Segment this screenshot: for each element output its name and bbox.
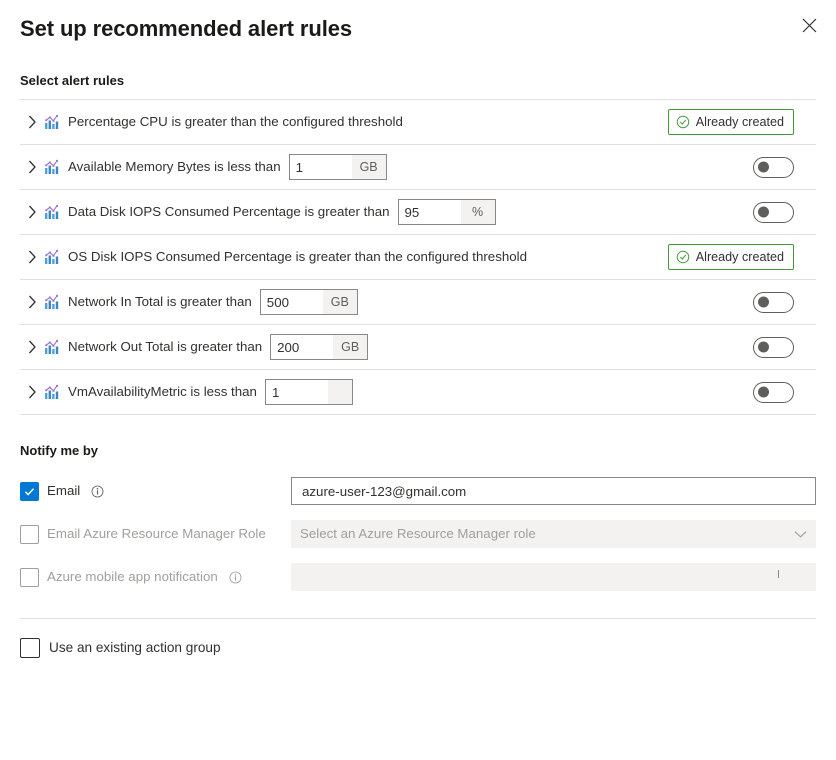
metric-chart-icon	[44, 114, 60, 130]
rule-name: Data Disk IOPS Consumed Percentage is gr…	[68, 203, 390, 221]
toggle-knob	[758, 207, 769, 218]
mobile-app-field[interactable]	[291, 563, 816, 591]
status-badge-label: Already created	[696, 249, 784, 265]
threshold-field[interactable]	[265, 379, 353, 405]
notify-me-by-label: Notify me by	[0, 442, 836, 460]
chevron-right-icon[interactable]	[20, 295, 44, 309]
check-circle-icon	[676, 250, 690, 264]
threshold-unit: GB	[352, 155, 386, 179]
close-icon[interactable]	[794, 10, 824, 40]
enable-rule-toggle[interactable]	[753, 202, 794, 223]
table-row[interactable]: OS Disk IOPS Consumed Percentage is grea…	[20, 235, 816, 280]
notify-mobile-app-left: Azure mobile app notification	[20, 568, 291, 587]
bottom-divider	[20, 618, 816, 619]
threshold-field[interactable]: GB	[270, 334, 368, 360]
threshold-field[interactable]: GB	[260, 289, 358, 315]
rule-name: Available Memory Bytes is less than	[68, 158, 281, 176]
arm-role-label: Email Azure Resource Manager Role	[47, 525, 266, 543]
enable-rule-toggle[interactable]	[753, 292, 794, 313]
use-existing-action-group-row[interactable]: Use an existing action group	[0, 638, 836, 658]
mobile-app-checkbox[interactable]	[20, 568, 39, 587]
chevron-down-icon	[794, 530, 807, 539]
email-field[interactable]	[291, 477, 816, 505]
arm-role-checkbox[interactable]	[20, 525, 39, 544]
chevron-right-icon[interactable]	[20, 205, 44, 219]
check-circle-icon	[676, 115, 690, 129]
toggle-knob	[758, 162, 769, 173]
table-row[interactable]: Data Disk IOPS Consumed Percentage is gr…	[20, 190, 816, 235]
text-caret	[778, 570, 779, 578]
threshold-input[interactable]	[399, 200, 461, 224]
notify-row-arm-role: Email Azure Resource Manager Role Select…	[0, 515, 836, 553]
rule-name: OS Disk IOPS Consumed Percentage is grea…	[68, 248, 527, 266]
threshold-input[interactable]	[266, 380, 328, 404]
info-icon[interactable]	[91, 485, 104, 498]
toggle-knob	[758, 297, 769, 308]
mobile-app-label: Azure mobile app notification	[47, 568, 218, 586]
use-existing-action-group-checkbox[interactable]	[20, 638, 40, 658]
enable-rule-toggle[interactable]	[753, 337, 794, 358]
use-existing-action-group-label: Use an existing action group	[49, 639, 221, 657]
notify-row-email: Email	[0, 472, 836, 510]
chevron-right-icon[interactable]	[20, 385, 44, 399]
rule-name: VmAvailabilityMetric is less than	[68, 383, 257, 401]
info-icon[interactable]	[229, 571, 242, 584]
metric-chart-icon	[44, 249, 60, 265]
table-row[interactable]: Percentage CPU is greater than the confi…	[20, 100, 816, 145]
table-row[interactable]: Network In Total is greater than GB	[20, 280, 816, 325]
enable-rule-toggle[interactable]	[753, 157, 794, 178]
threshold-input[interactable]	[261, 290, 323, 314]
threshold-unit	[328, 380, 352, 404]
toggle-knob	[758, 342, 769, 353]
rule-name: Network Out Total is greater than	[68, 338, 262, 356]
metric-chart-icon	[44, 384, 60, 400]
threshold-field[interactable]: %	[398, 199, 496, 225]
metric-chart-icon	[44, 294, 60, 310]
email-label: Email	[47, 482, 80, 500]
threshold-unit: GB	[323, 290, 357, 314]
alert-rules-list: Percentage CPU is greater than the confi…	[20, 99, 816, 415]
email-input[interactable]	[300, 483, 807, 500]
table-row[interactable]: VmAvailabilityMetric is less than	[20, 370, 816, 415]
panel-header: Set up recommended alert rules	[0, 0, 836, 52]
arm-role-placeholder: Select an Azure Resource Manager role	[300, 525, 536, 543]
status-badge-label: Already created	[696, 114, 784, 130]
page-title: Set up recommended alert rules	[20, 14, 816, 44]
email-checkbox[interactable]	[20, 482, 39, 501]
checkmark-icon	[23, 485, 36, 498]
set-up-recommended-alert-rules-panel: Set up recommended alert rules Select al…	[0, 0, 836, 760]
notify-arm-role-left: Email Azure Resource Manager Role	[20, 525, 291, 544]
threshold-field[interactable]: GB	[289, 154, 387, 180]
toggle-knob	[758, 387, 769, 398]
notify-email-left: Email	[20, 482, 291, 501]
metric-chart-icon	[44, 159, 60, 175]
metric-chart-icon	[44, 204, 60, 220]
chevron-right-icon[interactable]	[20, 340, 44, 354]
rule-name: Percentage CPU is greater than the confi…	[68, 113, 403, 131]
threshold-input[interactable]	[290, 155, 352, 179]
notify-row-mobile-app: Azure mobile app notification	[0, 558, 836, 596]
status-badge: Already created	[668, 109, 794, 135]
chevron-right-icon[interactable]	[20, 115, 44, 129]
chevron-right-icon[interactable]	[20, 250, 44, 264]
enable-rule-toggle[interactable]	[753, 382, 794, 403]
select-alert-rules-label: Select alert rules	[0, 72, 836, 90]
threshold-input[interactable]	[271, 335, 333, 359]
status-badge: Already created	[668, 244, 794, 270]
threshold-unit: %	[461, 200, 495, 224]
table-row[interactable]: Available Memory Bytes is less than GB	[20, 145, 816, 190]
chevron-right-icon[interactable]	[20, 160, 44, 174]
arm-role-select[interactable]: Select an Azure Resource Manager role	[291, 520, 816, 548]
threshold-unit: GB	[333, 335, 367, 359]
metric-chart-icon	[44, 339, 60, 355]
table-row[interactable]: Network Out Total is greater than GB	[20, 325, 816, 370]
rule-name: Network In Total is greater than	[68, 293, 252, 311]
